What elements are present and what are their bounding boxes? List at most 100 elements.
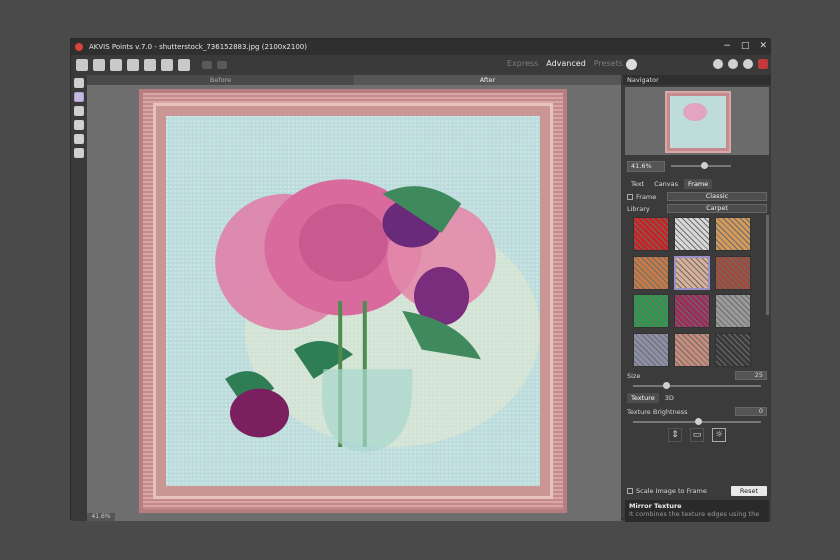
- info-icon[interactable]: [713, 59, 723, 69]
- brightness-slider[interactable]: [633, 418, 761, 425]
- brightness-label: Texture Brightness: [627, 407, 688, 416]
- texture-swatch[interactable]: [674, 255, 710, 290]
- brightness-slider-handle[interactable]: [695, 418, 702, 425]
- open-icon[interactable]: [93, 59, 105, 71]
- texture-subtabs: Texture 3D: [623, 393, 771, 403]
- akvis-logo-icon: [75, 43, 83, 51]
- navigator-thumbnail: [665, 91, 731, 153]
- settings-panel: Navigator 41.6% Text Canvas Frame Frame …: [623, 75, 771, 522]
- minimize-button[interactable]: −: [723, 41, 731, 51]
- texture-swatch[interactable]: [674, 294, 710, 328]
- texture-swatch[interactable]: [674, 332, 710, 367]
- close-button[interactable]: ✕: [759, 41, 767, 51]
- frame-label: Frame: [636, 192, 657, 201]
- history-brush-icon[interactable]: [74, 120, 84, 130]
- size-field[interactable]: 25: [735, 371, 767, 380]
- eraser-icon[interactable]: [74, 106, 84, 116]
- texture-swatch[interactable]: [715, 217, 751, 251]
- frame-row: Frame Classic: [623, 192, 771, 201]
- size-slider-handle[interactable]: [663, 382, 670, 389]
- zoom-icon[interactable]: [74, 148, 84, 158]
- tab-3d[interactable]: 3D: [661, 393, 678, 403]
- navigator-preview[interactable]: [625, 87, 769, 155]
- maximize-button[interactable]: □: [741, 41, 750, 51]
- navigator-title: Navigator: [623, 75, 771, 85]
- library-row: Library Carpet: [623, 204, 771, 213]
- brush-icon[interactable]: [74, 78, 84, 88]
- zoom-row: 41.6%: [623, 159, 771, 173]
- painting-art: [166, 116, 540, 486]
- tab-frame[interactable]: Frame: [684, 179, 713, 189]
- zoom-slider-handle[interactable]: [701, 162, 708, 169]
- library-select[interactable]: Carpet: [667, 204, 767, 213]
- size-label: Size: [627, 371, 641, 380]
- window-title: AKVIS Points v.7.0 - shutterstock_736152…: [89, 43, 307, 51]
- texture-mode-buttons: ⇕ ▭ ☼: [623, 428, 771, 442]
- brightness-row: Texture Brightness 0: [623, 407, 771, 416]
- redo-icon[interactable]: [217, 61, 227, 69]
- plugin-icon[interactable]: [178, 59, 190, 71]
- frame-inner-border: [153, 103, 553, 499]
- title-bar: AKVIS Points v.7.0 - shutterstock_736152…: [71, 39, 771, 55]
- size-row: Size 25: [623, 371, 771, 380]
- news-icon[interactable]: [758, 59, 768, 69]
- undo-icon[interactable]: [202, 61, 212, 69]
- hand-icon[interactable]: [74, 134, 84, 144]
- app-window: AKVIS Points v.7.0 - shutterstock_736152…: [70, 38, 771, 522]
- size-slider[interactable]: [633, 382, 761, 389]
- print-icon[interactable]: [127, 59, 139, 71]
- window-controls: − □ ✕: [723, 41, 767, 51]
- tab-after[interactable]: After: [354, 75, 621, 85]
- frame-checkbox[interactable]: [627, 193, 633, 200]
- sun-icon[interactable]: ☼: [712, 428, 726, 442]
- library-label: Library: [627, 204, 650, 213]
- home-icon[interactable]: [76, 59, 88, 71]
- flip-vertical-icon[interactable]: ⇕: [668, 428, 682, 442]
- mode-express[interactable]: Express: [507, 59, 538, 68]
- tab-texture[interactable]: Texture: [627, 393, 659, 403]
- share-icon[interactable]: [144, 59, 156, 71]
- tab-canvas[interactable]: Canvas: [650, 179, 682, 189]
- scale-row: Scale Image to Frame Reset: [623, 486, 771, 496]
- mode-switcher: Express Advanced Presets: [507, 59, 623, 68]
- scale-checkbox[interactable]: [627, 488, 633, 494]
- mode-advanced[interactable]: Advanced: [546, 59, 586, 68]
- texture-swatch[interactable]: [633, 217, 669, 251]
- texture-swatch[interactable]: [633, 294, 669, 328]
- texture-swatch[interactable]: [715, 332, 751, 367]
- mode-presets[interactable]: Presets: [594, 59, 623, 68]
- texture-swatch[interactable]: [715, 255, 751, 290]
- zoom-field[interactable]: 41.6%: [627, 160, 665, 172]
- save-icon[interactable]: [110, 59, 122, 71]
- settings-gear-icon[interactable]: [743, 59, 753, 69]
- canvas-area[interactable]: Before After: [87, 75, 621, 521]
- hint-box: Mirror Texture It combines the texture e…: [625, 500, 769, 522]
- rose-painting: [166, 116, 540, 486]
- frame-type-select[interactable]: Classic: [667, 192, 767, 201]
- settings-tabs: Text Canvas Frame: [623, 179, 771, 189]
- scale-label: Scale Image to Frame: [636, 487, 707, 495]
- mirror-book-icon[interactable]: ▭: [690, 428, 704, 442]
- before-after-tabs: Before After: [87, 75, 621, 85]
- batch-icon[interactable]: [161, 59, 173, 71]
- texture-swatch[interactable]: [674, 217, 710, 251]
- hint-text: It combines the texture edges using the: [629, 510, 760, 518]
- carpet-frame: [139, 89, 567, 513]
- frame-select-icon[interactable]: [74, 92, 84, 102]
- right-toolbar: [713, 59, 768, 69]
- tab-text[interactable]: Text: [627, 179, 648, 189]
- main-toolbar: Express Advanced Presets: [71, 55, 771, 75]
- tools-panel: [71, 75, 87, 521]
- reset-button[interactable]: Reset: [731, 486, 767, 496]
- help-icon[interactable]: [728, 59, 738, 69]
- zoom-slider[interactable]: [671, 162, 731, 169]
- tab-before[interactable]: Before: [87, 75, 354, 85]
- texture-swatch[interactable]: [715, 294, 751, 328]
- run-play-icon[interactable]: [626, 59, 637, 70]
- brightness-field[interactable]: 0: [735, 407, 767, 416]
- texture-swatch[interactable]: [633, 332, 669, 367]
- texture-swatch[interactable]: [633, 255, 669, 290]
- panel-scrollbar[interactable]: [766, 215, 769, 315]
- status-zoom: 41.6%: [87, 513, 115, 521]
- texture-grid: [629, 217, 755, 367]
